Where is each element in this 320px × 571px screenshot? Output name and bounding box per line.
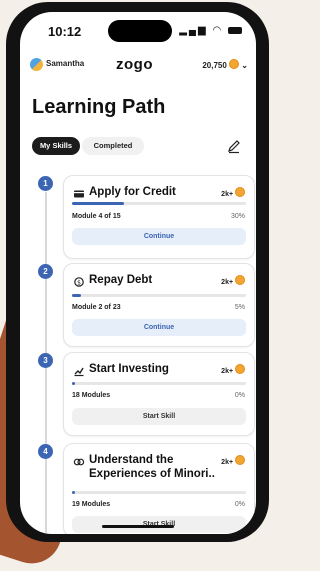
start-skill-button[interactable]: Start Skill	[72, 408, 246, 425]
reward-amount: 2k+	[221, 279, 234, 286]
money-icon: $	[74, 277, 84, 287]
edit-icon[interactable]	[226, 138, 242, 154]
coin-icon	[235, 455, 245, 465]
tab-my-skills[interactable]: My Skills	[32, 137, 80, 155]
progress-fill	[72, 202, 125, 205]
step-number: 3	[38, 353, 53, 368]
module-count: 19 Modules	[72, 501, 111, 508]
step-number: 4	[38, 444, 53, 459]
module-progress: Module 2 of 23	[72, 304, 121, 311]
continue-button[interactable]: Continue	[72, 228, 246, 245]
skill-card[interactable]: Apply for Credit 2k+ Module 4 of 15 30% …	[63, 175, 255, 259]
module-count: 18 Modules	[72, 392, 111, 399]
continue-button[interactable]: Continue	[72, 319, 246, 336]
app-header: Samantha zogo 20,750 ⌄	[20, 52, 256, 76]
community-icon	[73, 458, 85, 466]
investing-icon	[74, 367, 84, 377]
wifi-icon: ◠	[212, 25, 224, 36]
battery-icon	[228, 26, 242, 34]
system-icons: ▂▄▆ ◠	[179, 25, 242, 36]
percent-complete: 0%	[234, 501, 245, 508]
reward-amount: 2k+	[221, 459, 234, 466]
dynamic-island	[108, 20, 172, 42]
step-number: 2	[38, 264, 53, 279]
reward-badge: 2k+	[221, 364, 245, 375]
status-bar: 10:12 ▂▄▆ ◠	[20, 12, 256, 46]
percent-complete: 5%	[234, 304, 245, 311]
brand-logo: zogo	[116, 56, 153, 73]
coin-icon	[229, 59, 240, 69]
status-time: 10:12	[48, 24, 82, 39]
progress-bar	[72, 491, 246, 494]
skill-card[interactable]: Start Investing 2k+ 18 Modules 0% Start …	[63, 352, 255, 436]
progress-bar	[72, 202, 246, 205]
phone-frame: 10:12 ▂▄▆ ◠ Samantha zogo 20,750 ⌄ Learn…	[6, 2, 269, 542]
reward-badge: 2k+	[221, 275, 245, 286]
coin-icon	[235, 187, 245, 197]
reward-amount: 2k+	[221, 191, 234, 198]
skills-tabs: My Skills Completed	[32, 137, 242, 157]
skill-title: Repay Debt	[89, 274, 153, 286]
tab-completed[interactable]: Completed	[82, 137, 144, 155]
signal-icon: ▂▄▆	[179, 25, 208, 36]
avatar[interactable]	[30, 58, 43, 71]
progress-fill	[72, 294, 81, 297]
progress-fill	[72, 382, 76, 385]
coin-icon	[235, 275, 245, 285]
credit-card-icon	[74, 190, 84, 198]
chevron-down-icon: ⌄	[241, 61, 248, 70]
percent-complete: 0%	[234, 392, 245, 399]
progress-bar	[72, 294, 246, 297]
percent-complete: 30%	[230, 213, 245, 220]
skill-title: Apply for Credit	[89, 186, 176, 198]
progress-bar	[72, 382, 246, 385]
coin-count: 20,750	[202, 61, 227, 70]
home-indicator	[102, 525, 174, 528]
app-screen: 10:12 ▂▄▆ ◠ Samantha zogo 20,750 ⌄ Learn…	[20, 12, 256, 534]
skill-title: Understand the Experiences of Minori..	[89, 454, 215, 480]
svg-text:$: $	[77, 279, 81, 286]
reward-amount: 2k+	[221, 368, 234, 375]
skill-card[interactable]: Understand the Experiences of Minori.. 2…	[63, 443, 255, 534]
coin-balance[interactable]: 20,750 ⌄	[202, 59, 248, 70]
skill-title: Start Investing	[89, 363, 169, 375]
reward-badge: 2k+	[221, 455, 245, 466]
step-number: 1	[38, 176, 53, 191]
module-progress: Module 4 of 15	[72, 213, 121, 220]
reward-badge: 2k+	[221, 187, 245, 198]
coin-icon	[235, 364, 245, 374]
username[interactable]: Samantha	[46, 59, 84, 68]
progress-fill	[72, 491, 76, 494]
skill-card[interactable]: $ Repay Debt 2k+ Module 2 of 23 5% Conti…	[63, 263, 255, 347]
page-title: Learning Path	[32, 96, 166, 118]
